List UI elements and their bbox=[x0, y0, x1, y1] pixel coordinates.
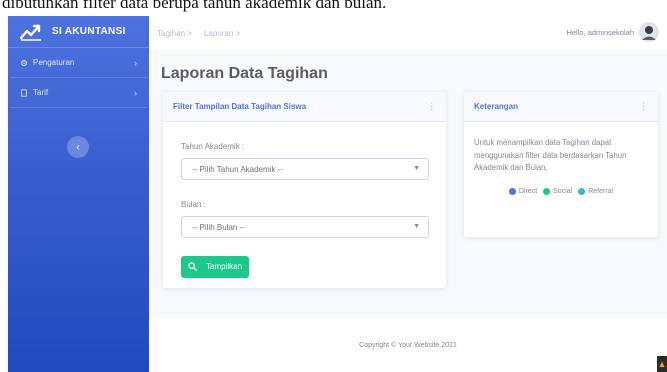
chevron-left-icon: ‹ bbox=[76, 141, 80, 153]
chevron-down-icon: ▼ bbox=[413, 165, 420, 172]
legend-label: Direct bbox=[518, 187, 538, 195]
sidebar-item-label: Tarif bbox=[33, 88, 49, 97]
info-card: Keterangan ⋮ Untuk menampilkan data Tagi… bbox=[464, 92, 658, 237]
tampilkan-button-label: Tampilkan bbox=[206, 262, 243, 271]
tahun-akademik-selected: -- Pilih Tahun Akademik -- bbox=[192, 164, 283, 174]
sidebar-item-tarif[interactable]: Tarif › bbox=[10, 78, 147, 108]
breadcrumb-laporan[interactable]: Laporan > bbox=[204, 29, 240, 38]
document-caption: dibutuhkan filter data berupa tahun akad… bbox=[0, 0, 667, 16]
page-title: Laporan Data Tagihan bbox=[161, 65, 328, 82]
legend-dot bbox=[578, 188, 586, 196]
footer: Copyright © Your Website 2021 bbox=[149, 318, 667, 372]
bulan-label: Bulan : bbox=[181, 200, 206, 209]
legend-item-referral: Referral bbox=[578, 186, 613, 199]
legend-dot bbox=[508, 188, 516, 196]
legend-dot bbox=[543, 188, 551, 196]
legend-item-direct: Direct bbox=[508, 186, 538, 199]
gear-icon bbox=[21, 59, 27, 66]
legend-item-social: Social bbox=[543, 186, 572, 199]
sidebar-brand[interactable]: SI AKUNTANSI bbox=[8, 16, 149, 48]
sidebar-item-pengaturan[interactable]: Pengaturan › bbox=[10, 48, 147, 78]
info-card-body: Untuk menampilkan data Tagihan dapat men… bbox=[464, 122, 658, 198]
bulan-select[interactable]: -- Pilih Bulan -- ▼ bbox=[181, 216, 429, 238]
info-card-title: Keterangan bbox=[474, 102, 519, 111]
user-menu[interactable]: Hello, adminsekolah bbox=[566, 22, 659, 42]
legend-label: Social bbox=[553, 187, 573, 195]
main-content: Laporan Data Tagihan Filter Tampilan Dat… bbox=[149, 50, 667, 372]
sidebar: SI AKUNTANSI Pengaturan › Tarif › ‹ bbox=[8, 16, 149, 372]
kebab-menu-icon[interactable]: ⋮ bbox=[427, 101, 436, 112]
bulan-selected: -- Pilih Bulan -- bbox=[192, 222, 245, 232]
chart-trend-icon bbox=[20, 24, 41, 41]
kebab-menu-icon[interactable]: ⋮ bbox=[639, 101, 648, 112]
tahun-akademik-label: Tahun Akademik : bbox=[181, 142, 245, 151]
filter-card-title: Filter Tampilan Data Tagihan Siswa bbox=[173, 102, 307, 111]
avatar bbox=[639, 22, 659, 42]
tahun-akademik-select[interactable]: -- Pilih Tahun Akademik -- ▼ bbox=[181, 158, 429, 180]
legend-label: Referral bbox=[588, 187, 614, 195]
tampilkan-button[interactable]: Tampilkan bbox=[181, 255, 250, 278]
filter-card: Filter Tampilan Data Tagihan Siswa ⋮ Tah… bbox=[163, 92, 446, 288]
filter-form: Tahun Akademik : -- Pilih Tahun Akademik… bbox=[163, 122, 446, 278]
search-icon bbox=[188, 262, 197, 271]
filter-card-header: Filter Tampilan Data Tagihan Siswa ⋮ bbox=[163, 92, 446, 122]
user-greeting: Hello, adminsekolah bbox=[566, 27, 634, 37]
brand-name: SI AKUNTANSI bbox=[52, 26, 126, 37]
scroll-to-top-button[interactable]: ▲ bbox=[657, 356, 667, 372]
chevron-right-icon: › bbox=[134, 87, 137, 98]
info-card-header: Keterangan ⋮ bbox=[464, 92, 658, 122]
sidebar-item-label: Pengaturan bbox=[33, 58, 75, 67]
breadcrumb-tagihan[interactable]: Tagihan > bbox=[157, 29, 192, 38]
chevron-up-icon: ▲ bbox=[657, 359, 667, 369]
copyright-text: Copyright © Your Website 2021 bbox=[359, 341, 457, 349]
sidebar-toggle-button[interactable]: ‹ bbox=[67, 136, 89, 158]
topbar: Tagihan > Laporan > Hello, adminsekolah bbox=[149, 16, 667, 50]
info-text: Untuk menampilkan data Tagihan dapat men… bbox=[474, 138, 627, 172]
file-icon bbox=[21, 88, 27, 97]
legend: Direct Social Referral bbox=[474, 186, 648, 199]
chevron-right-icon: › bbox=[134, 57, 137, 68]
chevron-down-icon: ▼ bbox=[413, 223, 420, 230]
